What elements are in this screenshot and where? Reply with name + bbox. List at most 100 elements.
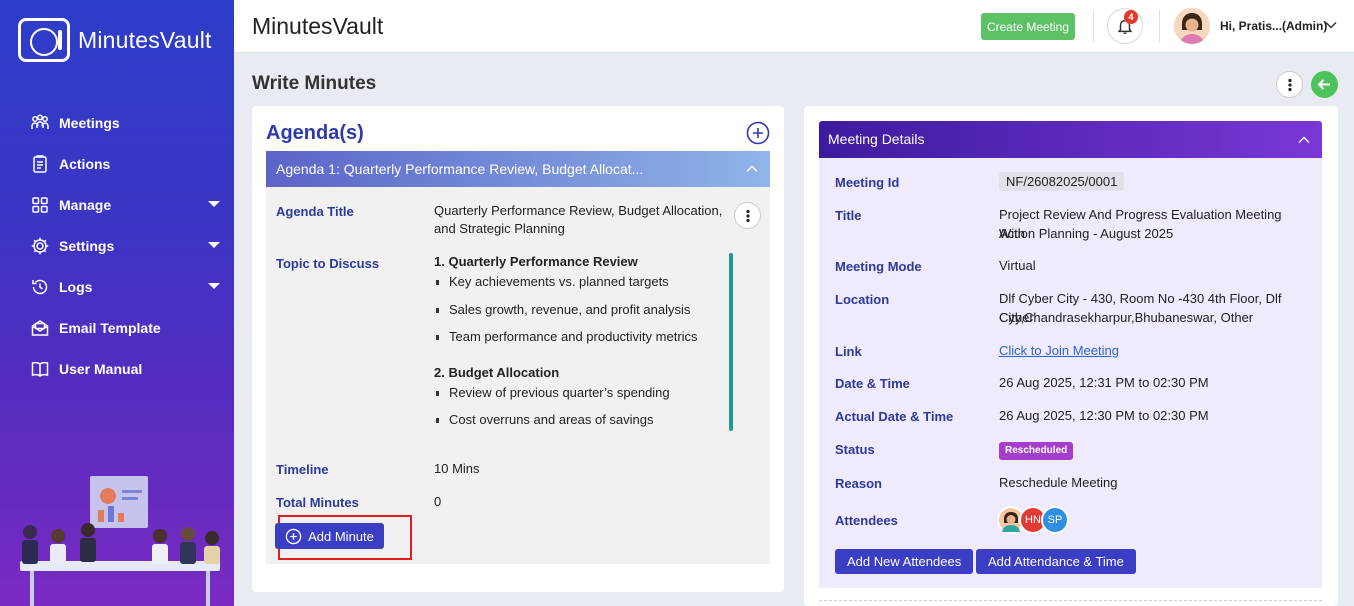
sidebar-item-label: Logs <box>59 278 93 295</box>
date-time-value: 26 Aug 2025, 12:31 PM to 02:30 PM <box>999 375 1209 390</box>
book-icon <box>31 361 49 377</box>
more-options-button[interactable] <box>1276 71 1303 98</box>
topic-heading: 2. Budget Allocation <box>434 364 560 380</box>
chevron-down-icon <box>208 283 220 289</box>
status-badge: Rescheduled <box>999 442 1074 460</box>
back-button[interactable] <box>1311 71 1338 98</box>
chevron-down-icon <box>208 201 220 207</box>
reason-value: Reschedule Meeting <box>999 475 1118 490</box>
sidebar-item-label: Manage <box>59 196 112 213</box>
sidebar-item-manage[interactable]: Manage <box>0 184 234 225</box>
create-meeting-button[interactable]: Create Meeting <box>981 13 1075 40</box>
total-minutes-value: 0 <box>434 494 442 509</box>
manage-icon <box>32 196 48 213</box>
sidebar-item-label: Email Template <box>59 319 161 336</box>
sidebar-item-logs[interactable]: Logs <box>0 266 234 307</box>
kebab-menu-icon <box>746 209 750 223</box>
sidebar-item-label: Meetings <box>59 114 120 131</box>
agenda-title-label: Agenda Title <box>276 204 354 219</box>
timeline-value: 10 Mins <box>434 461 480 476</box>
agenda-card: Agenda(s) Agenda 1: Quarterly Performanc… <box>252 106 784 592</box>
add-minute-label: Add Minute <box>308 528 374 544</box>
divider <box>1159 10 1160 43</box>
divider <box>1093 10 1094 43</box>
sidebar-item-meetings[interactable]: Meetings <box>0 102 234 143</box>
sidebar-item-settings[interactable]: Settings <box>0 225 234 266</box>
topic-point: Review of previous quarter’s spending <box>434 384 734 412</box>
location-value-line2: City,Chandrasekharpur,Bhubaneswar, Other <box>999 310 1254 325</box>
topic-label: Topic to Discuss <box>276 256 380 271</box>
chevron-up-icon <box>746 165 758 172</box>
meeting-mode-label: Meeting Mode <box>835 259 922 274</box>
gear-icon <box>31 237 49 254</box>
notification-count-badge: 4 <box>1124 10 1138 24</box>
meeting-details-header[interactable]: Meeting Details <box>819 121 1322 158</box>
meeting-id-value: NF/26082025/0001 <box>999 172 1125 191</box>
attendees-label: Attendees <box>835 513 898 528</box>
date-time-label: Date & Time <box>835 376 910 391</box>
meeting-illustration <box>20 476 220 606</box>
arrow-left-icon <box>1317 79 1330 90</box>
agenda-title-value-line2: and Strategic Planning <box>434 221 565 236</box>
status-label: Status <box>835 442 875 457</box>
topic-point: Team performance and productivity metric… <box>434 328 734 356</box>
plus-circle-icon <box>285 528 302 544</box>
divider <box>819 600 1322 601</box>
vault-logo-icon <box>18 18 70 62</box>
agenda-bar-title: Agenda 1: Quarterly Performance Review, … <box>276 161 644 177</box>
title-label: Title <box>835 208 862 223</box>
agenda-details: Agenda Title Quarterly Performance Revie… <box>266 187 770 564</box>
chevron-up-icon <box>1298 136 1310 143</box>
history-icon <box>32 279 48 294</box>
topic-scrollbar[interactable] <box>729 253 733 431</box>
user-greeting[interactable]: Hi, Pratis...(Admin) <box>1220 19 1327 33</box>
topic-heading: 1. Quarterly Performance Review <box>434 254 638 269</box>
topic-list[interactable]: 1. Quarterly Performance Review Key achi… <box>434 253 734 439</box>
sidebar: MinutesVault Meetings Actions Manage Set… <box>0 0 234 606</box>
page-title: Write Minutes <box>252 73 377 94</box>
location-label: Location <box>835 292 890 307</box>
sidebar-item-actions[interactable]: Actions <box>0 143 234 184</box>
add-attendance-time-button[interactable]: Add Attendance & Time <box>976 549 1136 574</box>
timeline-label: Timeline <box>276 462 329 477</box>
chevron-down-icon[interactable] <box>1324 18 1338 32</box>
topic-point: Sales growth, revenue, and profit analys… <box>434 301 734 329</box>
add-minute-button[interactable]: Add Minute <box>275 523 384 549</box>
sidebar-item-email-template[interactable]: Email Template <box>0 307 234 348</box>
topic-point: Key achievements vs. planned targets <box>434 273 734 301</box>
attendee-avatar[interactable]: SP <box>1041 506 1069 534</box>
sidebar-item-label: Actions <box>59 155 111 172</box>
kebab-menu-icon <box>1288 78 1292 92</box>
sidebar-item-label: User Manual <box>59 360 143 377</box>
topic-point: Cost overruns and areas of savings <box>434 411 734 439</box>
chevron-down-icon <box>208 242 220 248</box>
meeting-details-card: Meeting Details Meeting Id NF/26082025/0… <box>804 106 1338 606</box>
agenda-options-button[interactable] <box>734 202 761 229</box>
agenda-heading: Agenda(s) <box>266 122 364 144</box>
add-agenda-plus-icon[interactable] <box>746 121 770 145</box>
user-avatar-image <box>1174 8 1210 44</box>
actual-date-time-label: Actual Date & Time <box>835 409 954 424</box>
user-avatar[interactable] <box>1174 8 1210 44</box>
meeting-id-label: Meeting Id <box>835 175 900 190</box>
total-minutes-label: Total Minutes <box>276 495 359 510</box>
sidebar-item-user-manual[interactable]: User Manual <box>0 348 234 389</box>
join-meeting-link[interactable]: Click to Join Meeting <box>999 341 1119 360</box>
brand-name: MinutesVault <box>78 26 212 53</box>
email-icon <box>31 319 49 336</box>
app-title: MinutesVault <box>252 13 384 39</box>
agenda-accordion-header[interactable]: Agenda 1: Quarterly Performance Review, … <box>266 151 770 187</box>
add-new-attendees-button[interactable]: Add New Attendees <box>835 549 974 574</box>
meetings-icon <box>31 114 49 129</box>
actions-icon <box>33 154 47 173</box>
sidebar-nav: Meetings Actions Manage Settings Logs Em… <box>0 102 234 389</box>
title-value-line2: Action Planning - August 2025 <box>999 226 1174 241</box>
actual-date-time-value: 26 Aug 2025, 12:30 PM to 02:30 PM <box>999 408 1209 423</box>
brand-logo[interactable]: MinutesVault <box>18 18 212 62</box>
meeting-details-heading: Meeting Details <box>828 131 925 147</box>
meeting-details-body: Meeting Id NF/26082025/0001 Title Projec… <box>819 158 1322 588</box>
top-bar: MinutesVault Create Meeting 4 Hi, Pratis… <box>234 0 1354 53</box>
link-label: Link <box>835 344 862 359</box>
sidebar-item-label: Settings <box>59 237 115 254</box>
meeting-mode-value: Virtual <box>999 258 1036 273</box>
